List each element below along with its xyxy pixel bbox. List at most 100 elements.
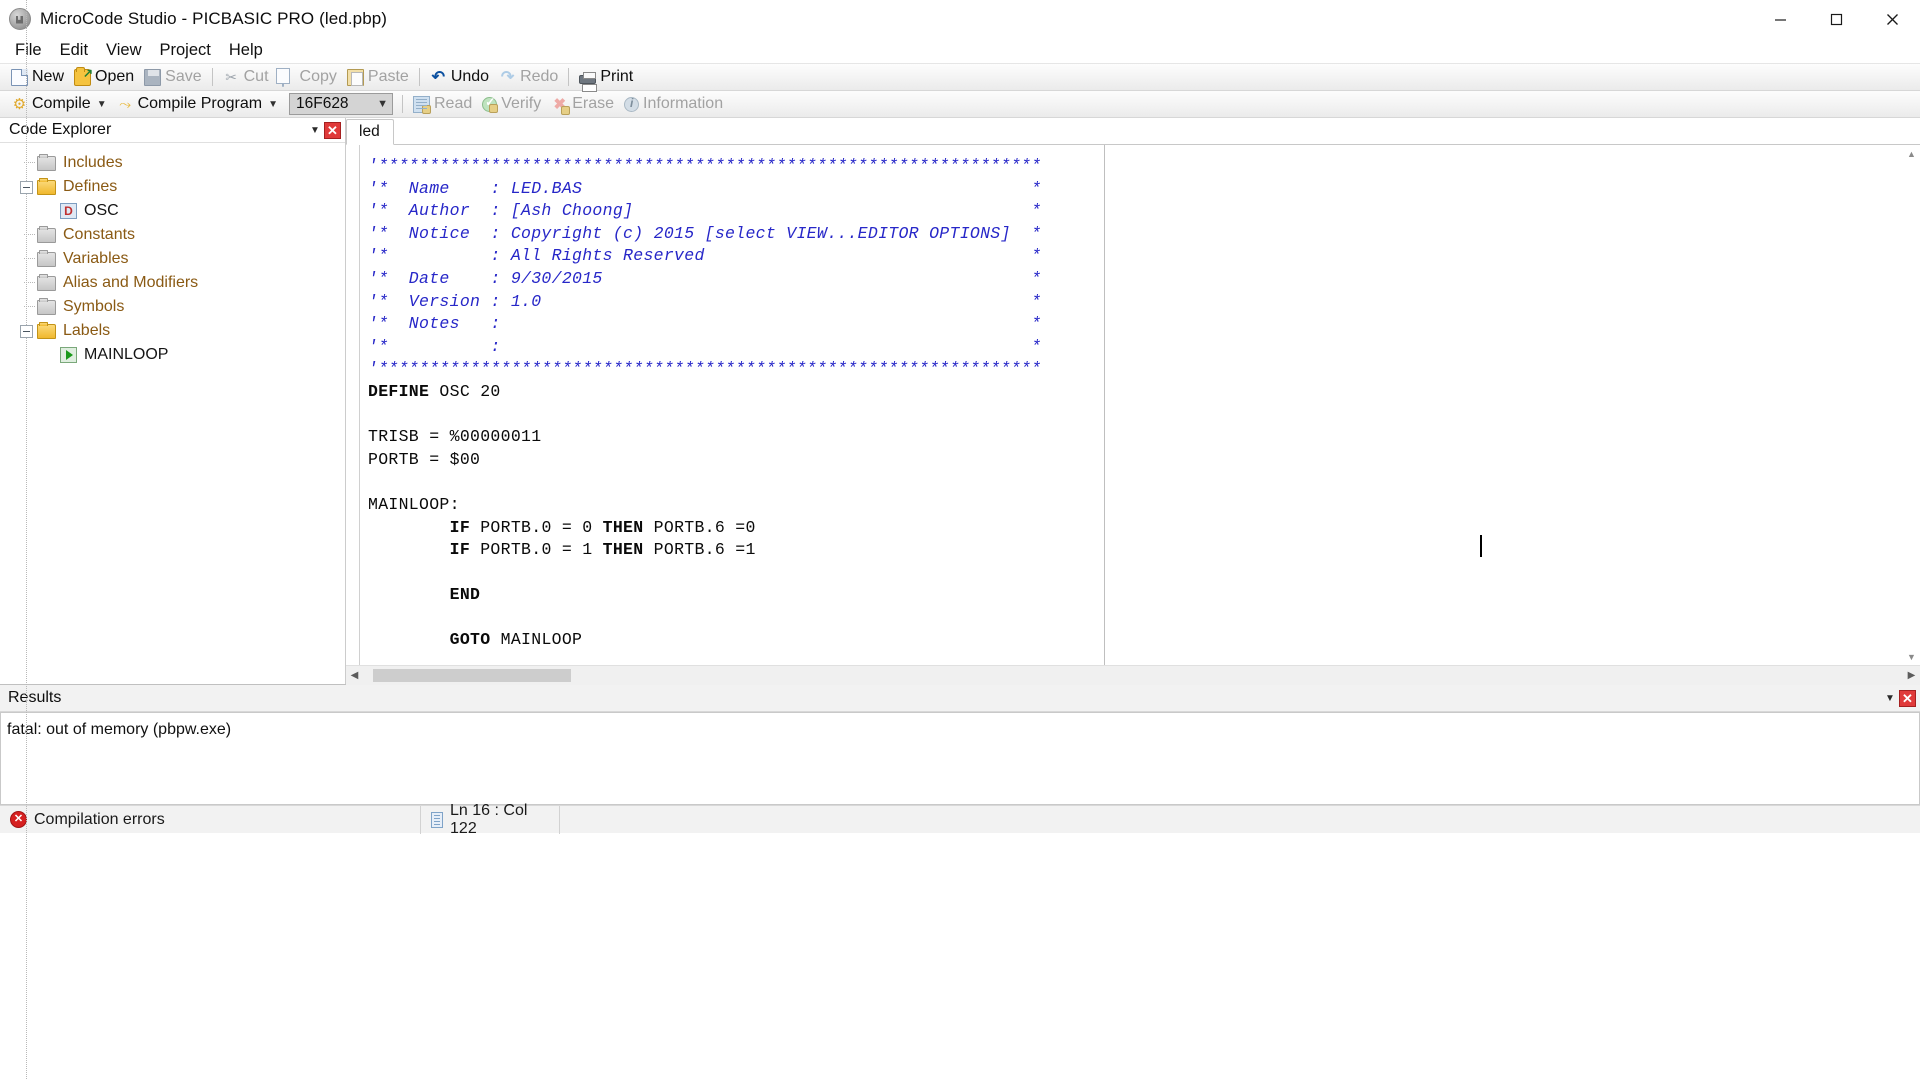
define-icon: D bbox=[60, 203, 77, 219]
redo-arrow-icon: ↷ bbox=[500, 68, 515, 86]
tree-item-variables[interactable]: Variables bbox=[0, 247, 345, 271]
folder-icon bbox=[37, 249, 56, 267]
tree-item-includes[interactable]: Includes bbox=[0, 151, 345, 175]
tree-item-osc[interactable]: D OSC bbox=[0, 199, 345, 223]
maximize-button[interactable] bbox=[1808, 0, 1864, 38]
tree-item-mainloop[interactable]: MAINLOOP bbox=[0, 343, 345, 367]
erase-x-icon: ✖ bbox=[551, 96, 571, 115]
new-button[interactable]: New bbox=[6, 66, 69, 89]
chevron-down-icon[interactable]: ▼ bbox=[1903, 648, 1920, 665]
compile-button-label: Compile bbox=[32, 95, 91, 112]
erase-button[interactable]: ✖ Erase bbox=[546, 93, 619, 116]
chevron-up-icon[interactable]: ▲ bbox=[1903, 145, 1920, 162]
open-button-label: Open bbox=[95, 68, 135, 85]
tree-item-label: OSC bbox=[84, 202, 119, 219]
undo-arrow-icon: ↶ bbox=[431, 68, 446, 86]
main-toolbar: New ↗ Open Save ✂ Cut Copy Paste ↶ Undo … bbox=[0, 64, 1920, 92]
tree-dots bbox=[24, 234, 36, 235]
main-area: Code Explorer ▼ ✕ Includes Defines D OSC bbox=[0, 0, 1920, 1080]
editor-vertical-scrollbar[interactable]: ▲ ▼ bbox=[1903, 145, 1920, 665]
tree-dots bbox=[24, 282, 36, 283]
print-button[interactable]: Print bbox=[574, 66, 638, 92]
compile-program-button[interactable]: ⤳ Compile Program ▼ bbox=[112, 93, 283, 116]
open-button[interactable]: ↗ Open bbox=[69, 66, 139, 89]
folder-icon bbox=[37, 297, 56, 315]
minimize-button[interactable] bbox=[1752, 0, 1808, 38]
menu-view[interactable]: View bbox=[97, 38, 150, 63]
menu-project[interactable]: Project bbox=[151, 38, 220, 63]
printer-icon bbox=[579, 71, 598, 92]
chevron-down-icon[interactable]: ▼ bbox=[268, 99, 278, 110]
editor-tabstrip: led bbox=[346, 118, 1920, 145]
chevron-left-icon[interactable]: ◀ bbox=[346, 665, 363, 685]
editor-horizontal-scrollbar[interactable]: ◀ ▶ bbox=[346, 665, 1920, 685]
status-position: Ln 16 : Col 122 bbox=[420, 802, 560, 837]
redo-button-label: Redo bbox=[520, 68, 559, 85]
save-button[interactable]: Save bbox=[139, 66, 206, 89]
editor-body[interactable]: '***************************************… bbox=[346, 145, 1920, 665]
tree-item-label: Includes bbox=[63, 154, 123, 171]
scrollbar-track[interactable] bbox=[363, 665, 1903, 685]
toolbar-separator bbox=[418, 68, 420, 86]
label-marker-icon bbox=[60, 347, 77, 363]
menu-edit[interactable]: Edit bbox=[51, 38, 97, 63]
scrollbar-thumb[interactable] bbox=[373, 668, 571, 682]
tree-item-alias-and-modifiers[interactable]: Alias and Modifiers bbox=[0, 271, 345, 295]
paste-button-label: Paste bbox=[367, 68, 409, 85]
tree-item-label: Symbols bbox=[63, 298, 125, 315]
chevron-down-icon[interactable]: ▼ bbox=[97, 99, 107, 110]
expander-icon[interactable] bbox=[20, 180, 33, 194]
cut-button[interactable]: ✂ Cut bbox=[218, 66, 274, 89]
close-button[interactable] bbox=[1864, 0, 1920, 38]
expander-icon[interactable] bbox=[20, 324, 33, 338]
menu-file[interactable]: File bbox=[6, 38, 51, 63]
copy-icon bbox=[279, 67, 296, 87]
chevron-down-icon[interactable]: ▼ bbox=[1881, 689, 1899, 707]
tree-item-constants[interactable]: Constants bbox=[0, 223, 345, 247]
toolbar-separator bbox=[401, 95, 403, 113]
copy-button[interactable]: Copy bbox=[274, 66, 342, 89]
window-controls bbox=[1752, 0, 1920, 38]
read-button[interactable]: Read bbox=[408, 93, 477, 116]
compile-program-icon: ⤳ bbox=[119, 95, 132, 113]
verify-button[interactable]: Verify bbox=[477, 93, 546, 116]
folder-icon bbox=[37, 273, 56, 291]
paste-button[interactable]: Paste bbox=[342, 66, 414, 89]
scissors-icon: ✂ bbox=[225, 68, 237, 85]
editor-code-area[interactable]: '***************************************… bbox=[360, 145, 1920, 665]
tree-item-labels[interactable]: Labels bbox=[0, 319, 345, 343]
tree-item-symbols[interactable]: Symbols bbox=[0, 295, 345, 319]
device-select[interactable]: 16F628 ▼ bbox=[288, 93, 393, 115]
folder-open-icon bbox=[37, 177, 56, 195]
menu-help[interactable]: Help bbox=[220, 38, 272, 63]
results-panel: Results ▼ ✕ fatal: out of memory (pbpw.e… bbox=[0, 684, 1920, 805]
chevron-down-icon[interactable]: ▼ bbox=[306, 121, 324, 139]
redo-button[interactable]: ↷ Redo bbox=[494, 66, 563, 89]
undo-button[interactable]: ↶ Undo bbox=[425, 66, 494, 89]
close-icon[interactable]: ✕ bbox=[1899, 689, 1916, 707]
save-button-label: Save bbox=[165, 68, 202, 85]
open-folder-icon: ↗ bbox=[74, 66, 93, 86]
status-compilation: ✕ Compilation errors bbox=[0, 806, 420, 834]
folder-icon bbox=[37, 153, 56, 171]
device-select-value: 16F628 bbox=[295, 95, 349, 112]
tree-dots bbox=[24, 258, 36, 259]
code-explorer-tree: Includes Defines D OSC Constants Variabl… bbox=[0, 0, 345, 1080]
tree-item-defines[interactable]: Defines bbox=[0, 175, 345, 199]
code-explorer-panel: Code Explorer ▼ ✕ Includes Defines D OSC bbox=[0, 0, 346, 1080]
compile-program-label: Compile Program bbox=[137, 95, 263, 112]
chevron-right-icon[interactable]: ▶ bbox=[1903, 665, 1920, 685]
text-caret bbox=[1480, 535, 1482, 557]
editor-pane: led '***********************************… bbox=[346, 118, 1920, 685]
tab-led[interactable]: led bbox=[346, 119, 394, 145]
folder-icon bbox=[37, 225, 56, 243]
close-icon[interactable]: ✕ bbox=[324, 121, 341, 139]
information-button[interactable]: Information bbox=[619, 93, 728, 116]
results-output[interactable]: fatal: out of memory (pbpw.exe) bbox=[0, 712, 1920, 805]
app-icon bbox=[9, 7, 31, 30]
information-button-label: Information bbox=[643, 95, 724, 112]
compile-button[interactable]: ⚙ Compile ▼ bbox=[6, 93, 112, 116]
chevron-down-icon[interactable]: ▼ bbox=[377, 94, 388, 114]
editor-right-margin bbox=[1105, 145, 1920, 665]
save-disk-icon bbox=[144, 68, 162, 86]
